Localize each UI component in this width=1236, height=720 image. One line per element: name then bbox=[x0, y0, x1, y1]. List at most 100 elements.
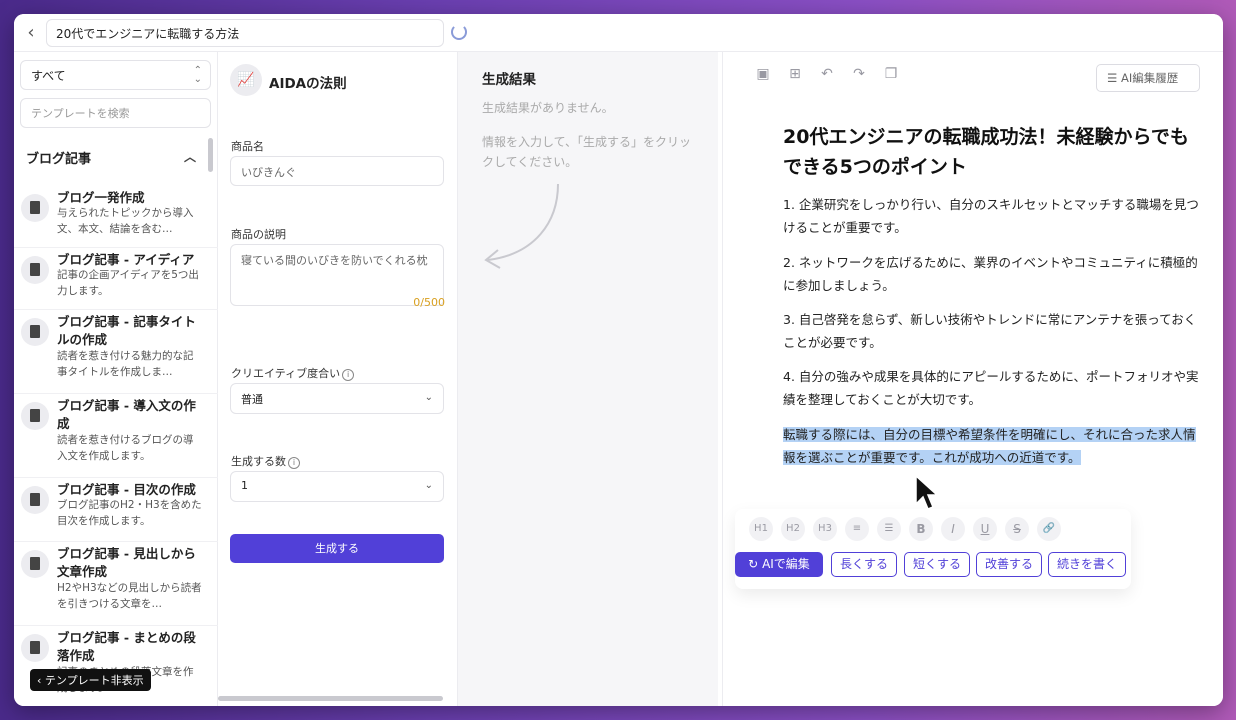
menu-lines-icon: ☰ bbox=[1107, 71, 1118, 85]
sidebar-scrollbar[interactable] bbox=[208, 138, 213, 172]
bullet-list-icon[interactable]: ☰ bbox=[877, 517, 901, 541]
template-search-input[interactable]: テンプレートを検索 bbox=[20, 98, 211, 128]
mouse-cursor-icon bbox=[915, 474, 938, 510]
heading-1-button[interactable]: H1 bbox=[749, 517, 773, 541]
chevron-down-icon: ⌄ bbox=[424, 480, 433, 491]
floating-edit-toolbar: H1 H2 H3 ≡ ☰ B I U S 🔗 ↻ AIで編集 長くする 短くする… bbox=[735, 509, 1131, 589]
creativity-label: クリエイティブ度合い i bbox=[231, 365, 355, 381]
link-icon[interactable]: 🔗 bbox=[1037, 517, 1061, 541]
italic-button[interactable]: I bbox=[941, 517, 965, 541]
count-select[interactable]: 1 ⌄ bbox=[230, 471, 444, 502]
hide-templates-button[interactable]: ‹ テンプレート非表示 bbox=[30, 669, 151, 691]
template-sidebar: すべて ⌃ ⌄ テンプレートを検索 ブログ記事 ︿ ブログ一発作成 与えられたトピ… bbox=[14, 52, 218, 706]
template-name: ブログ記事 - 記事タイトルの作成 bbox=[57, 314, 196, 347]
chevron-down-icon: ⌄ bbox=[424, 392, 433, 403]
strikethrough-icon[interactable]: S bbox=[1005, 517, 1029, 541]
count-label: 生成する数 i bbox=[231, 453, 300, 469]
horizontal-scrollbar[interactable] bbox=[218, 696, 443, 701]
template-item[interactable]: ブログ記事 - まとめの段落作成 記事のまとめの段落文章を作成します。 bbox=[14, 626, 218, 706]
undo-icon[interactable]: ↶ bbox=[817, 64, 837, 84]
count-value: 1 bbox=[241, 479, 248, 492]
category-header[interactable]: ブログ記事 ︿ bbox=[26, 148, 196, 168]
chart-trend-icon: 📈 bbox=[230, 64, 262, 96]
creativity-select[interactable]: 普通 ⌄ bbox=[230, 383, 444, 414]
product-name-input[interactable]: いびきんぐ bbox=[230, 156, 444, 186]
template-item[interactable]: ブログ記事 - 導入文の作成 読者を惹き付けるブログの導入文を作成します。 bbox=[14, 394, 218, 478]
template-form-panel: 📈 AIDAの法則 商品名 いびきんぐ 商品の説明 寝ている間のいびきを防いでく… bbox=[218, 52, 458, 706]
notebook-icon bbox=[21, 402, 49, 430]
improve-button[interactable]: 改善する bbox=[976, 552, 1042, 577]
template-desc: 与えられたトピックから導入文、本文、結論を含む… bbox=[57, 207, 194, 235]
notebook-icon bbox=[21, 550, 49, 578]
ai-edit-label: AIで編集 bbox=[762, 557, 810, 571]
template-item[interactable]: ブログ記事 - 記事タイトルの作成 読者を惹き付ける魅力的な記事タイトルを作成し… bbox=[14, 310, 218, 394]
results-title: 生成結果 bbox=[482, 72, 536, 88]
ai-edit-button[interactable]: ↻ AIで編集 bbox=[735, 552, 823, 577]
notebook-icon bbox=[21, 318, 49, 346]
image-icon[interactable]: ▣ bbox=[753, 64, 773, 84]
editor-panel: ▣ ⊞ ↶ ↷ ❐ ☰ AI編集履歴 20代エンジニアの転職成功法！未経験からで… bbox=[722, 52, 1223, 706]
bold-button[interactable]: B bbox=[909, 517, 933, 541]
paragraph[interactable]: 2. ネットワークを広げるために、業界のイベントやコミュニティに積極的に参加しま… bbox=[783, 251, 1203, 297]
heading-2-button[interactable]: H2 bbox=[781, 517, 805, 541]
document-heading[interactable]: 20代エンジニアの転職成功法！未経験からでもできる5つのポイント bbox=[783, 122, 1203, 182]
generate-button[interactable]: 生成する bbox=[230, 534, 444, 563]
top-bar: ‹ 20代でエンジニアに転職する方法 bbox=[14, 14, 1223, 52]
selected-text: 転職する際には、自分の目標や希望条件を明確にし、それに合った求人情報を選ぶことが… bbox=[783, 427, 1196, 465]
template-desc: H2やH3などの見出しから読者を引きつける文章を… bbox=[57, 582, 202, 610]
template-item[interactable]: ブログ一発作成 与えられたトピックから導入文、本文、結論を含む… bbox=[14, 186, 218, 248]
template-item[interactable]: ブログ記事 - 目次の作成 ブログ記事のH2・H3を含めた目次を作成します。 bbox=[14, 478, 218, 542]
template-title: AIDAの法則 bbox=[269, 76, 347, 92]
info-icon[interactable]: i bbox=[342, 369, 355, 381]
creativity-value: 普通 bbox=[241, 393, 263, 406]
hide-templates-label: テンプレート非表示 bbox=[44, 674, 144, 687]
product-name-label: 商品名 bbox=[231, 140, 264, 153]
chevron-up-icon[interactable]: ︿ bbox=[184, 148, 196, 165]
paragraph[interactable]: 1. 企業研究をしっかり行い、自分のスキルセットとマッチする職場を見つけることが… bbox=[783, 193, 1203, 239]
creativity-label-text: クリエイティブ度合い bbox=[231, 367, 341, 380]
category-label: ブログ記事 bbox=[26, 152, 92, 167]
template-filter-select[interactable]: すべて ⌃ ⌄ bbox=[20, 60, 211, 90]
ai-edit-history-button[interactable]: ☰ AI編集履歴 bbox=[1096, 64, 1200, 92]
paragraph[interactable]: 3. 自己啓発を怠らず、新しい技術やトレンドに常にアンテナを張っておくことが必要… bbox=[783, 308, 1203, 354]
template-desc: 読者を惹き付けるブログの導入文を作成します。 bbox=[57, 434, 194, 462]
ai-edit-history-label: AI編集履歴 bbox=[1120, 71, 1179, 85]
loading-spinner-icon bbox=[451, 24, 467, 40]
heading-3-button[interactable]: H3 bbox=[813, 517, 837, 541]
results-panel: 生成結果 生成結果がありません。 情報を入力して、「生成する」をクリックしてくだ… bbox=[458, 52, 718, 706]
char-counter: 0/500 bbox=[413, 296, 445, 309]
curved-arrow-icon bbox=[484, 183, 559, 269]
make-shorter-button[interactable]: 短くする bbox=[904, 552, 970, 577]
continue-writing-button[interactable]: 続きを書く bbox=[1048, 552, 1126, 577]
template-item[interactable]: ブログ記事 - アイディア 記事の企画アイディアを5つ出力します。 bbox=[14, 248, 218, 310]
template-name: ブログ記事 - まとめの段落作成 bbox=[57, 630, 196, 663]
document-title-input[interactable]: 20代でエンジニアに転職する方法 bbox=[46, 19, 444, 47]
underline-button[interactable]: U bbox=[973, 517, 997, 541]
chevron-left-icon[interactable]: ‹ bbox=[22, 22, 40, 44]
copy-icon[interactable]: ❐ bbox=[881, 64, 901, 84]
description-textarea[interactable]: 寝ている間のいびきを防いでくれる枕 bbox=[230, 244, 444, 306]
template-list: ブログ一発作成 与えられたトピックから導入文、本文、結論を含む… ブログ記事 -… bbox=[14, 186, 218, 706]
notebook-icon bbox=[21, 486, 49, 514]
redo-icon[interactable]: ↷ bbox=[849, 64, 869, 84]
select-chevron-icon: ⌃ ⌄ bbox=[193, 65, 202, 85]
paragraph[interactable]: 4. 自分の強みや成果を具体的にアピールするために、ポートフォリオや実績を整理し… bbox=[783, 365, 1203, 411]
count-label-text: 生成する数 bbox=[231, 455, 286, 468]
info-icon[interactable]: i bbox=[288, 457, 300, 469]
app-window: ‹ 20代でエンジニアに転職する方法 すべて ⌃ ⌄ テンプレートを検索 ブログ記… bbox=[14, 14, 1223, 706]
template-desc: 読者を惹き付ける魅力的な記事タイトルを作成しま… bbox=[57, 350, 194, 378]
make-longer-button[interactable]: 長くする bbox=[831, 552, 897, 577]
notebook-icon bbox=[21, 194, 49, 222]
template-name: ブログ記事 - 導入文の作成 bbox=[57, 398, 196, 431]
selected-paragraph[interactable]: 転職する際には、自分の目標や希望条件を明確にし、それに合った求人情報を選ぶことが… bbox=[783, 423, 1203, 469]
ordered-list-icon[interactable]: ≡ bbox=[845, 517, 869, 541]
description-label: 商品の説明 bbox=[231, 228, 286, 241]
template-desc: ブログ記事のH2・H3を含めた目次を作成します。 bbox=[57, 499, 202, 527]
template-item[interactable]: ブログ記事 - 見出しから文章作成 H2やH3などの見出しから読者を引きつける文… bbox=[14, 542, 218, 626]
notebook-icon bbox=[21, 634, 49, 662]
results-empty-text: 生成結果がありません。 bbox=[482, 101, 614, 115]
template-desc: 記事の企画アイディアを5つ出力します。 bbox=[57, 269, 199, 297]
notebook-icon bbox=[21, 256, 49, 284]
template-filter-value: すべて bbox=[31, 69, 66, 83]
table-icon[interactable]: ⊞ bbox=[785, 64, 805, 84]
